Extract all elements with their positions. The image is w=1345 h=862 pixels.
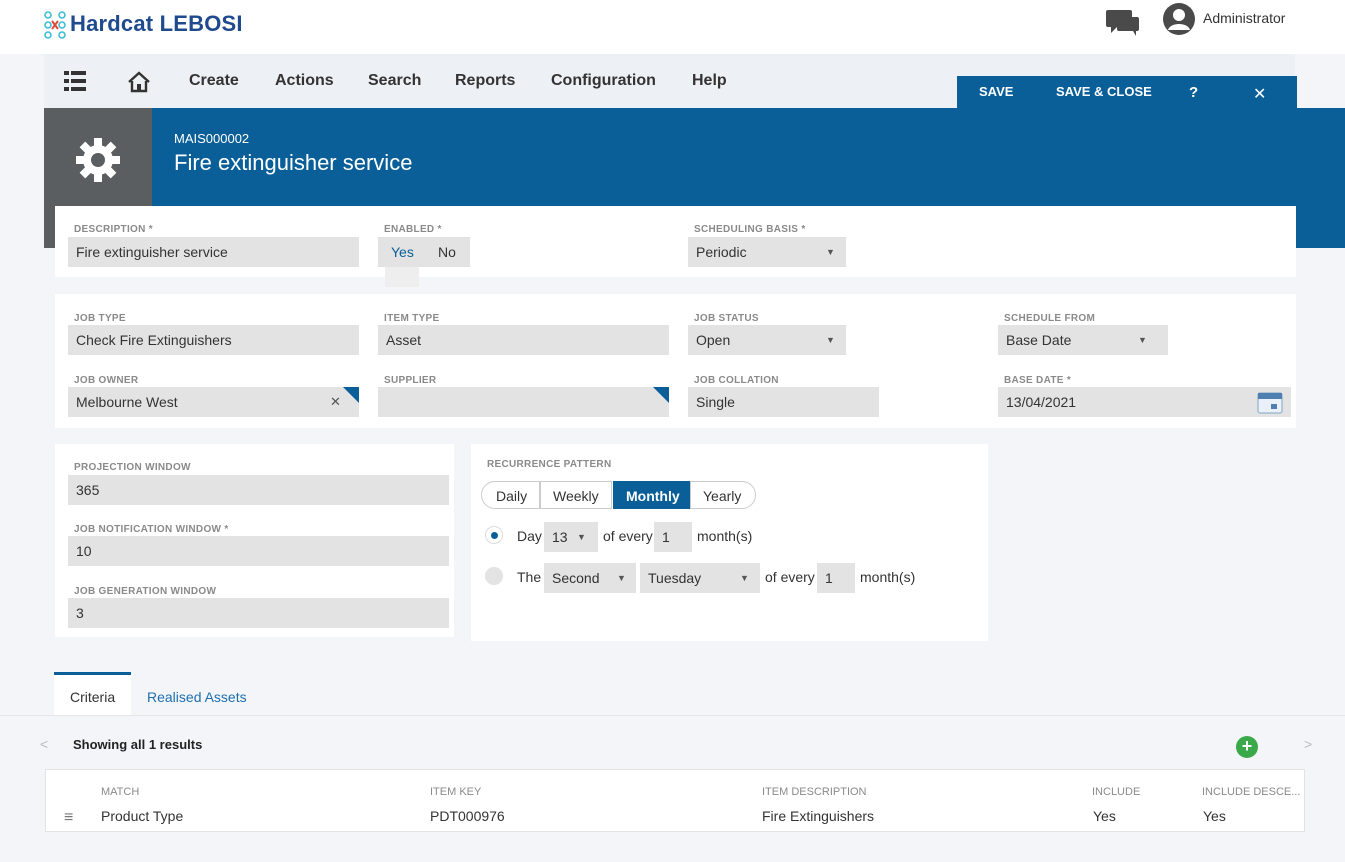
- nav-search[interactable]: Search: [368, 72, 421, 90]
- grid-header-item-description[interactable]: ITEM DESCRIPTION: [762, 786, 867, 798]
- table-cell-item-description: Fire Extinguishers: [762, 808, 875, 824]
- logo-icon: [44, 10, 66, 40]
- description-label: DESCRIPTION *: [74, 224, 153, 235]
- notification-window-label: JOB NOTIFICATION WINDOW *: [74, 524, 229, 535]
- header-left-gutter: [0, 108, 44, 248]
- generation-window-label: JOB GENERATION WINDOW: [74, 586, 217, 597]
- nav-create[interactable]: Create: [189, 72, 239, 90]
- clear-icon[interactable]: ✕: [330, 394, 341, 410]
- of-every-text-2: of every: [765, 569, 815, 585]
- table-cell-match: Product Type: [101, 808, 184, 824]
- gear-icon: [73, 135, 123, 185]
- projection-window-label: PROJECTION WINDOW: [74, 462, 191, 473]
- tab-realised-assets[interactable]: Realised Assets: [147, 689, 247, 705]
- item-type-label: ITEM TYPE: [384, 313, 440, 324]
- tab-divider: [0, 715, 1345, 716]
- chevron-down-icon: ▼: [1138, 335, 1147, 345]
- month-interval-field[interactable]: 1: [654, 522, 692, 552]
- job-status-label: JOB STATUS: [694, 313, 759, 324]
- chevron-down-icon: ▼: [826, 247, 835, 257]
- recurrence-weekly[interactable]: Weekly: [540, 481, 612, 509]
- day-radio[interactable]: [485, 526, 503, 544]
- job-status-select[interactable]: Open: [688, 325, 846, 355]
- day-text: Day: [517, 528, 542, 544]
- save-button[interactable]: SAVE: [979, 84, 1013, 99]
- table-cell-include: Yes: [1093, 808, 1116, 824]
- tab-criteria-label[interactable]: Criteria: [70, 689, 115, 705]
- chevron-down-icon: ▼: [740, 573, 749, 583]
- user-name[interactable]: Administrator: [1203, 10, 1285, 26]
- chevron-right-icon[interactable]: >: [1304, 736, 1312, 752]
- nav-configuration[interactable]: Configuration: [551, 72, 656, 90]
- recurrence-monthly[interactable]: Monthly: [613, 481, 693, 509]
- lookup-corner-icon[interactable]: [653, 387, 669, 403]
- app-name: Hardcat LEBOSI: [70, 11, 243, 36]
- grid-header-match[interactable]: MATCH: [101, 786, 139, 798]
- results-grid: [45, 769, 1305, 832]
- supplier-field[interactable]: [378, 387, 669, 417]
- recurrence-label: RECURRENCE PATTERN: [487, 459, 612, 470]
- save-close-button[interactable]: SAVE & CLOSE: [1056, 84, 1152, 99]
- projection-window-field[interactable]: 365: [68, 475, 449, 505]
- grid-header-item-key[interactable]: ITEM KEY: [430, 786, 481, 798]
- job-owner-field[interactable]: Melbourne West: [68, 387, 359, 417]
- job-type-field[interactable]: Check Fire Extinguishers: [68, 325, 359, 355]
- scheduling-basis-select[interactable]: Periodic: [688, 237, 846, 267]
- calendar-icon[interactable]: [1257, 390, 1283, 414]
- close-button[interactable]: ✕: [1253, 84, 1266, 104]
- the-radio[interactable]: [485, 567, 503, 585]
- drag-handle-icon[interactable]: ≡: [64, 809, 73, 827]
- day-select[interactable]: 13: [544, 522, 598, 552]
- item-type-field[interactable]: Asset: [378, 325, 669, 355]
- menu-grid-icon[interactable]: [64, 70, 86, 92]
- job-owner-label: JOB OWNER: [74, 375, 139, 386]
- home-icon[interactable]: [127, 70, 151, 94]
- months-unit: month(s): [697, 528, 753, 544]
- of-every-text: of every: [603, 528, 653, 544]
- help-button[interactable]: ?: [1189, 84, 1198, 101]
- grid-header-include-descendants[interactable]: INCLUDE DESCE...: [1202, 786, 1300, 798]
- notification-window-field[interactable]: 10: [68, 536, 449, 566]
- month-interval-field-2[interactable]: 1: [817, 563, 855, 593]
- schedule-from-label: SCHEDULE FROM: [1004, 313, 1096, 324]
- generation-window-field[interactable]: 3: [68, 598, 449, 628]
- enabled-no-option[interactable]: No: [438, 244, 456, 260]
- lookup-corner-icon[interactable]: [343, 387, 359, 403]
- base-date-field[interactable]: 13/04/2021: [998, 387, 1291, 417]
- record-title: Fire extinguisher service: [174, 150, 413, 175]
- recurrence-yearly[interactable]: Yearly: [690, 481, 757, 509]
- scheduling-basis-label: SCHEDULING BASIS *: [694, 224, 806, 235]
- recurrence-daily[interactable]: Daily: [481, 481, 541, 509]
- chevron-down-icon: ▼: [577, 532, 586, 542]
- enabled-label: ENABLED *: [384, 224, 442, 235]
- enabled-indicator: [385, 267, 419, 287]
- description-field[interactable]: Fire extinguisher service: [68, 237, 359, 267]
- results-summary: Showing all 1 results: [73, 737, 203, 752]
- job-collation-field[interactable]: Single: [688, 387, 879, 417]
- chevron-left-icon[interactable]: <: [40, 736, 48, 752]
- supplier-label: SUPPLIER: [384, 375, 437, 386]
- table-cell-include-descendants: Yes: [1203, 808, 1226, 824]
- grid-header-include[interactable]: INCLUDE: [1092, 786, 1140, 798]
- table-cell-item-key: PDT000976: [430, 808, 505, 824]
- job-type-label: JOB TYPE: [74, 313, 126, 324]
- months-unit-2: month(s): [860, 569, 916, 585]
- chat-icon[interactable]: [1105, 8, 1141, 36]
- base-date-label: BASE DATE *: [1004, 375, 1072, 386]
- nav-help[interactable]: Help: [692, 72, 727, 90]
- job-collation-label: JOB COLLATION: [694, 375, 779, 386]
- record-id: MAIS000002: [174, 131, 250, 146]
- user-avatar-icon[interactable]: [1162, 2, 1196, 36]
- enabled-yes-option[interactable]: Yes: [391, 244, 414, 260]
- add-icon[interactable]: +: [1236, 736, 1258, 758]
- chevron-down-icon: ▼: [826, 335, 835, 345]
- the-text: The: [517, 569, 542, 585]
- chevron-down-icon: ▼: [617, 573, 626, 583]
- nav-actions[interactable]: Actions: [275, 72, 334, 90]
- nav-reports[interactable]: Reports: [455, 72, 515, 90]
